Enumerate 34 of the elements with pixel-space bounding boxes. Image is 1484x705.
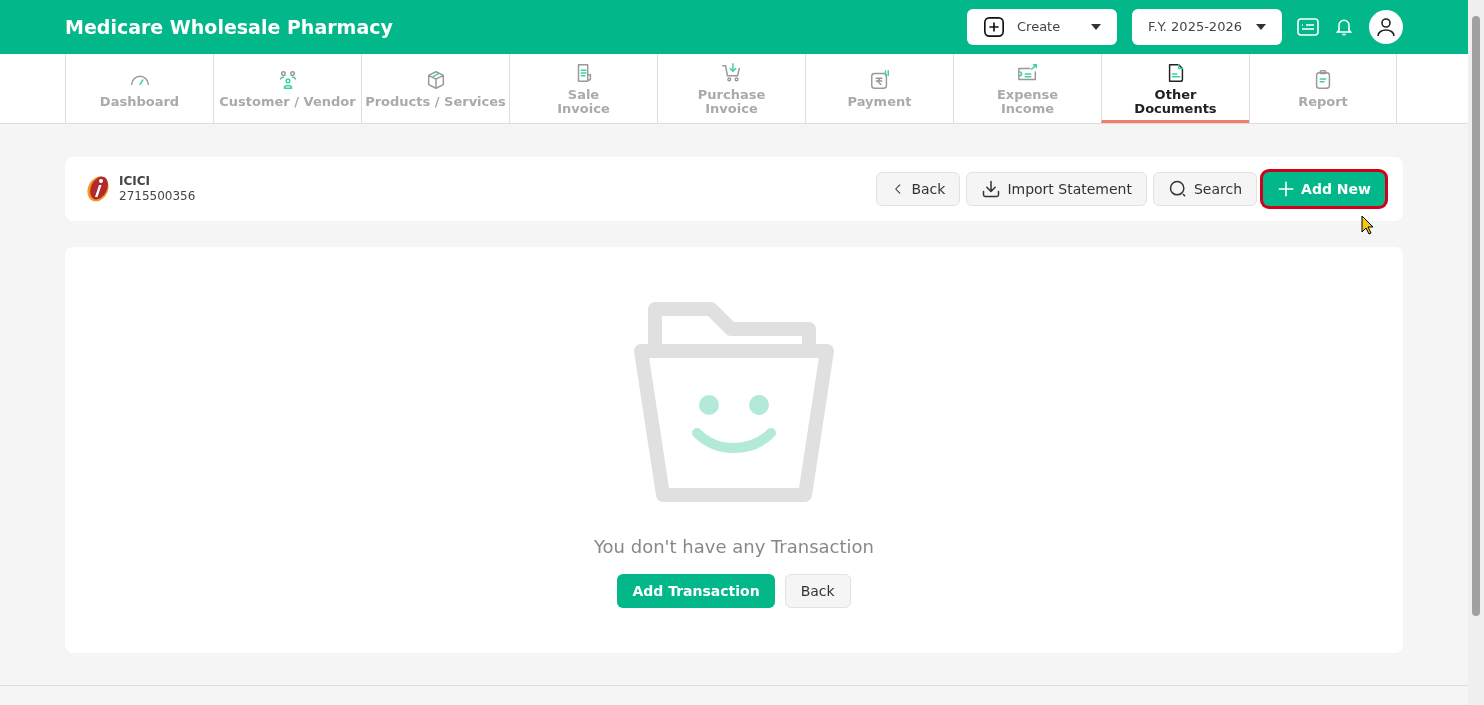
nav-tab[interactable]: Sale Invoice bbox=[509, 54, 657, 123]
nav-tab[interactable]: Products / Services bbox=[361, 54, 509, 123]
nav-tab[interactable]: Purchase Invoice bbox=[657, 54, 805, 123]
avatar[interactable] bbox=[1369, 10, 1403, 44]
nav-tab[interactable]: Other Documents bbox=[1101, 54, 1249, 123]
nav-tab[interactable]: Report bbox=[1249, 54, 1397, 123]
create-button[interactable]: Create bbox=[967, 9, 1117, 45]
account-number: 2715500356 bbox=[119, 189, 196, 204]
search-icon bbox=[1168, 179, 1188, 199]
caret-icon bbox=[1256, 24, 1266, 30]
nav-tab[interactable]: Customer / Vendor bbox=[213, 54, 361, 123]
user-icon bbox=[1374, 15, 1398, 39]
add-new-button[interactable]: Add New bbox=[1263, 172, 1385, 206]
empty-message: You don't have any Transaction bbox=[594, 535, 874, 559]
rupee-icon bbox=[868, 68, 891, 91]
plus-square-icon bbox=[983, 16, 1005, 38]
action-button[interactable]: Back bbox=[876, 172, 961, 206]
cursor-icon bbox=[1361, 215, 1375, 235]
caret-icon bbox=[1091, 24, 1101, 30]
app-title: Medicare Wholesale Pharmacy bbox=[65, 14, 393, 40]
action-button[interactable]: Search bbox=[1153, 172, 1258, 206]
keyboard-icon[interactable] bbox=[1297, 17, 1319, 37]
plus-icon bbox=[1277, 180, 1296, 198]
add-transaction-button[interactable]: Add Transaction bbox=[617, 574, 775, 608]
download-icon bbox=[981, 179, 1002, 199]
nav-tab[interactable]: Dashboard bbox=[65, 54, 213, 123]
bank-name: ICICI bbox=[119, 174, 151, 189]
fiscal-year-dropdown[interactable]: F.Y. 2025-2026 bbox=[1132, 9, 1282, 45]
back-button[interactable]: Back bbox=[784, 574, 851, 608]
scrollbar[interactable] bbox=[1468, 0, 1484, 705]
nav-tab[interactable]: Expense Income bbox=[953, 54, 1101, 123]
cart-icon bbox=[720, 61, 743, 84]
action-button[interactable]: Import Statement bbox=[966, 172, 1147, 206]
nav-tab[interactable]: Payment bbox=[805, 54, 953, 123]
